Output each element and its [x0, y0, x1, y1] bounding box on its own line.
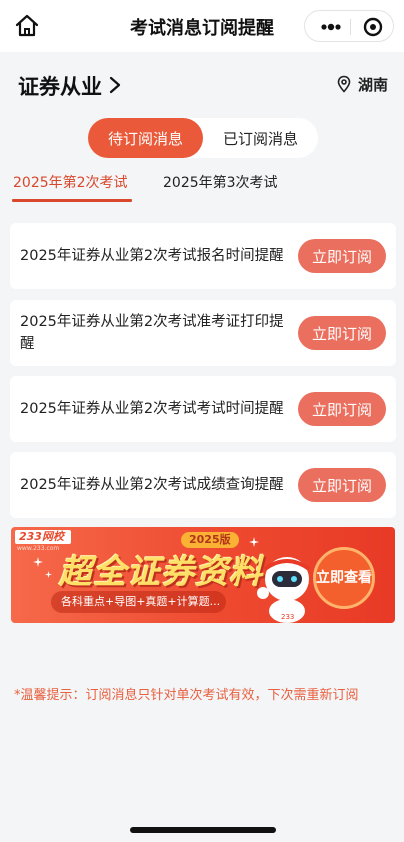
subscribe-button[interactable]: 立即订阅	[298, 468, 386, 502]
reminder-text: 2025年证券从业第2次考试考试时间提醒	[20, 401, 284, 417]
subscription-segment: 待订阅消息 已订阅消息	[88, 118, 318, 158]
reminder-card: 2025年证券从业第2次考试考试时间提醒 立即订阅	[10, 376, 396, 442]
tab-pending-subscriptions[interactable]: 待订阅消息	[88, 118, 203, 158]
banner-subtitle: 各科重点+导图+真题+计算题...	[51, 591, 226, 613]
reminder-text: 2025年证券从业第2次考试成绩查询提醒	[20, 477, 284, 493]
subscribe-button[interactable]: 立即订阅	[298, 316, 386, 350]
category-header: 证券从业 湖南	[0, 68, 404, 102]
target-circle-icon[interactable]	[357, 11, 389, 43]
reminder-card: 2025年证券从业第2次考试准考证打印提醒 立即订阅	[10, 300, 396, 366]
reminder-card: 2025年证券从业第2次考试报名时间提醒 立即订阅	[10, 223, 396, 289]
tab-exam-2[interactable]: 2025年第2次考试	[13, 172, 128, 192]
active-tab-indicator	[12, 199, 132, 202]
brand-logo: 233网校	[15, 530, 71, 544]
chevron-right-icon[interactable]	[107, 74, 123, 96]
banner-title: 超全证券资料	[59, 552, 263, 591]
subscription-tip: *温馨提示：订阅消息只针对单次考试有效，下次需重新订阅	[14, 688, 359, 703]
sparkle-icon	[33, 557, 43, 567]
mini-program-capsule	[304, 10, 394, 42]
robot-label: 233	[281, 613, 294, 621]
view-now-button[interactable]: 立即 查看	[313, 547, 375, 609]
reminder-text: 2025年证券从业第2次考试报名时间提醒	[20, 248, 284, 264]
promo-banner[interactable]: 233网校 www.233.com 2025版 超全证券资料 各科重点+导图+真…	[11, 527, 395, 623]
more-dots-icon[interactable]	[315, 11, 347, 43]
subscribe-button[interactable]: 立即订阅	[298, 239, 386, 273]
sparkle-icon	[45, 571, 52, 578]
tab-exam-3[interactable]: 2025年第3次考试	[163, 172, 278, 192]
location-label: 湖南	[357, 75, 388, 94]
subscribe-button[interactable]: 立即订阅	[298, 392, 386, 426]
home-indicator[interactable]	[130, 827, 276, 833]
robot-mascot-icon: 233	[251, 549, 321, 623]
tab-subscribed[interactable]: 已订阅消息	[203, 118, 318, 158]
capsule-divider	[350, 19, 351, 35]
category-selector[interactable]: 证券从业	[18, 71, 102, 101]
reminder-card: 2025年证券从业第2次考试成绩查询提醒 立即订阅	[10, 452, 396, 518]
exam-tabs: 2025年第2次考试 2025年第3次考试	[0, 170, 404, 204]
location-selector[interactable]: 湖南	[336, 73, 388, 95]
navigation-bar: 考试消息订阅提醒	[0, 0, 404, 52]
brand-url: www.233.com	[17, 545, 60, 552]
location-pin-icon	[337, 75, 351, 93]
reminder-text: 2025年证券从业第2次考试准考证打印提醒	[20, 314, 284, 352]
